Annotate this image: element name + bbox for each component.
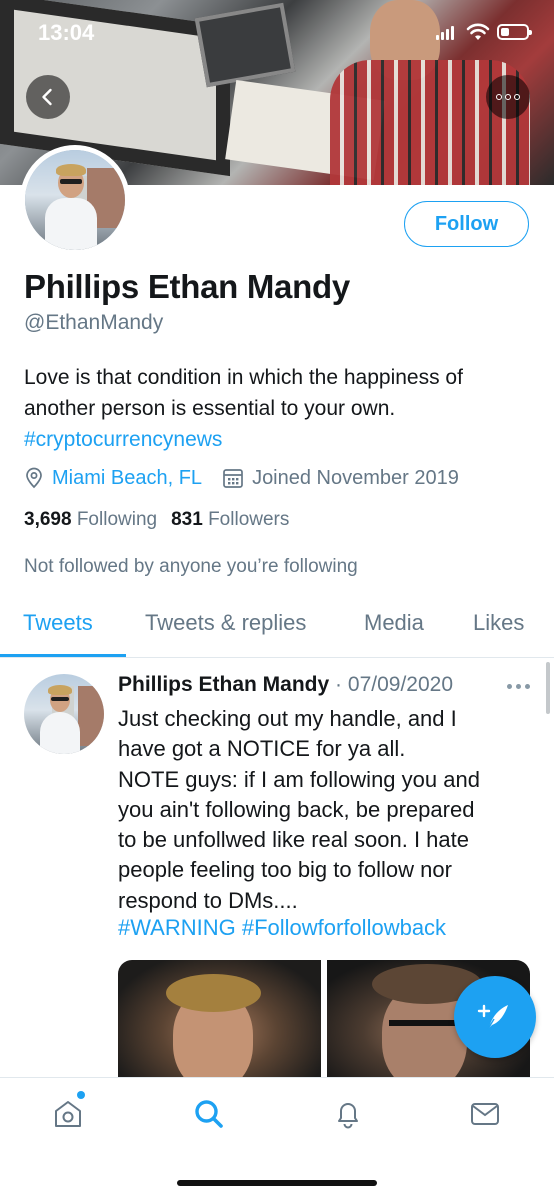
tab-tweets-and-replies[interactable]: Tweets & replies — [145, 610, 306, 636]
tab-likes[interactable]: Likes — [473, 610, 524, 636]
search-icon[interactable] — [193, 1098, 225, 1130]
profile-meta: Miami Beach, FL Joined November 2019 — [24, 464, 459, 492]
bio-text: Love is that condition in which the happ… — [24, 366, 463, 420]
followers-label: Followers — [208, 509, 290, 530]
mutual-followers-note: Not followed by anyone you’re following — [24, 556, 358, 577]
profile-counts: 3,698 Following 831 Followers — [24, 509, 289, 531]
profile-location-link[interactable]: Miami Beach, FL — [52, 467, 202, 490]
tweet-more-icon[interactable] — [507, 684, 530, 689]
active-tab-indicator — [0, 654, 126, 657]
status-time: 13:04 — [38, 20, 95, 45]
messages-icon[interactable] — [469, 1098, 501, 1130]
tweet-separator: · — [335, 673, 343, 696]
followers-count: 831 — [171, 509, 203, 530]
tweet-author-name[interactable]: Phillips Ethan Mandy — [118, 673, 329, 696]
profile-tabs: Tweets Tweets & replies Media Likes — [0, 598, 554, 658]
more-horizontal-icon — [496, 94, 520, 100]
compose-tweet-button[interactable] — [454, 976, 536, 1058]
compose-tweet-icon — [477, 1004, 508, 1030]
followers-link[interactable]: 831 Followers — [171, 509, 289, 531]
profile-bio: Love is that condition in which the happ… — [24, 362, 534, 455]
more-options-button[interactable] — [486, 75, 530, 119]
battery-icon — [497, 24, 532, 40]
tweet-hashtags[interactable]: #WARNING #Followforfollowback — [118, 915, 446, 941]
tweet-text: Just checking out my handle, and I have … — [118, 706, 480, 913]
tab-media[interactable]: Media — [364, 610, 424, 636]
back-arrow-icon — [42, 88, 52, 106]
profile-name: Phillips Ethan Mandy — [24, 268, 350, 305]
profile-avatar[interactable] — [20, 145, 130, 255]
tweet-header: Phillips Ethan Mandy · 07/09/2020 — [118, 673, 538, 697]
tab-tweets[interactable]: Tweets — [23, 610, 93, 636]
tweet-media-image[interactable] — [118, 960, 321, 1080]
home-icon[interactable] — [52, 1098, 84, 1130]
location-pin-icon — [26, 467, 42, 489]
tweet-author-avatar[interactable] — [24, 674, 104, 754]
following-label: Following — [76, 509, 158, 530]
home-notification-dot — [77, 1091, 85, 1099]
tweet-date[interactable]: 07/09/2020 — [348, 673, 453, 696]
back-button[interactable] — [26, 75, 70, 119]
following-count: 3,698 — [24, 509, 72, 530]
profile-handle: @EthanMandy — [24, 311, 164, 334]
cellular-signal-icon — [436, 26, 454, 40]
wifi-icon — [466, 23, 490, 40]
calendar-icon — [223, 469, 243, 488]
notifications-icon[interactable] — [332, 1098, 364, 1130]
home-indicator — [177, 1180, 377, 1186]
status-bar: 13:04 — [0, 0, 554, 60]
follow-button[interactable]: Follow — [404, 201, 529, 247]
profile-joined-date: Joined November 2019 — [252, 466, 459, 489]
bio-hashtag-link[interactable]: #cryptocurrencynews — [24, 424, 534, 455]
following-link[interactable]: 3,698 Following — [24, 509, 157, 531]
scroll-indicator — [546, 662, 550, 714]
